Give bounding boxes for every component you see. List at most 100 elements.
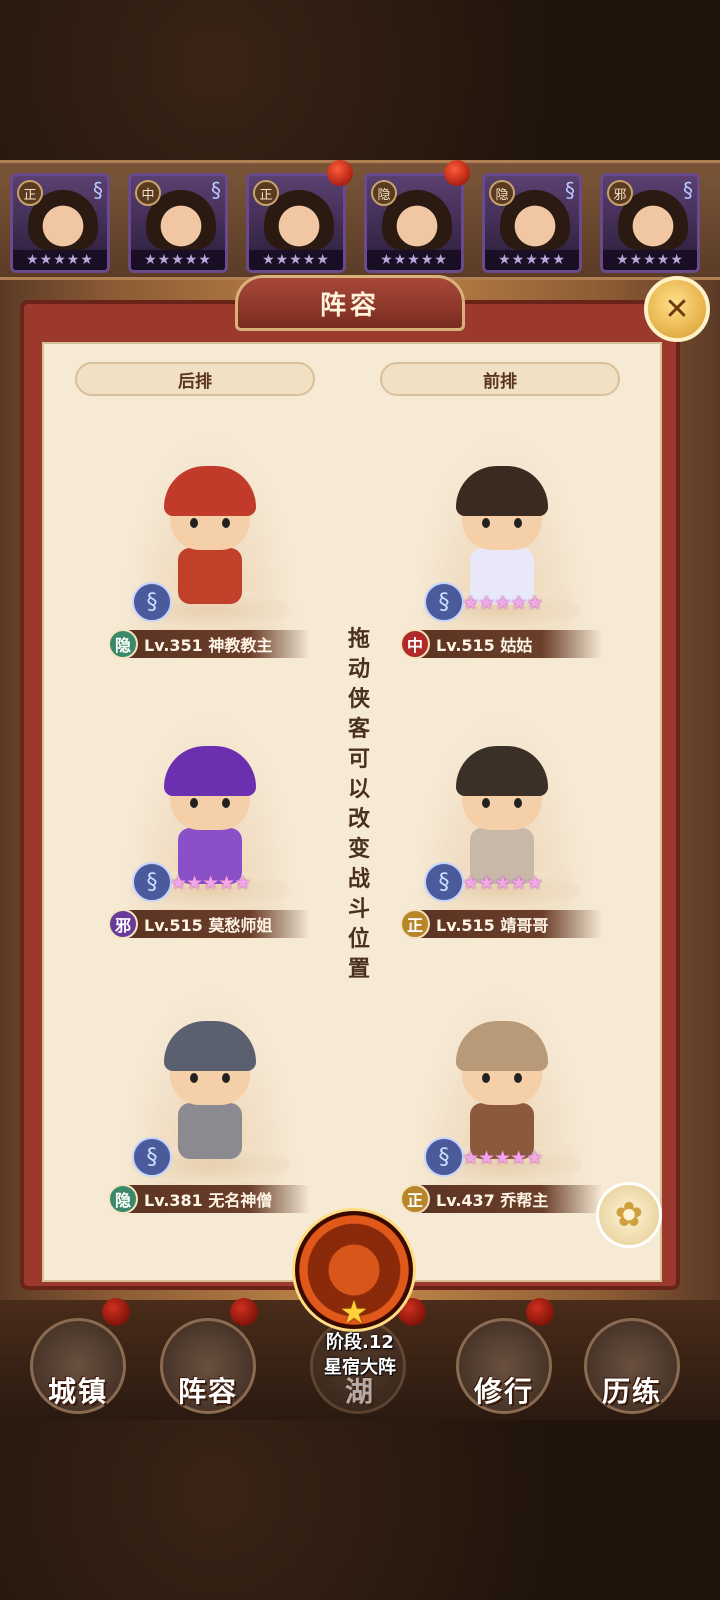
- roster-hero-card[interactable]: 隐 ★★★★★: [364, 173, 464, 273]
- faction-badge: 中: [400, 629, 430, 659]
- hero-eye: [190, 1073, 198, 1083]
- hero-eye: [482, 1073, 490, 1083]
- faction-badge: 正: [17, 180, 43, 206]
- star-rating: ★★★★★: [485, 250, 579, 270]
- star-rating: ★★★★★: [170, 872, 251, 894]
- roster-hero-card[interactable]: 隐 § ★★★★★: [482, 173, 582, 273]
- hero-hair: [456, 746, 548, 796]
- hero-hair: [164, 466, 256, 516]
- hero-sprite[interactable]: [452, 740, 552, 890]
- back-row-header: 后排: [75, 362, 315, 396]
- flower-icon: ✿: [614, 1195, 644, 1235]
- hero-eye: [222, 1073, 230, 1083]
- dragon-icon: §: [132, 862, 172, 902]
- star-rating: ★★★★★: [603, 250, 697, 270]
- roster-hero-card[interactable]: 正 ★★★★★: [246, 173, 346, 273]
- hero-slot-back-2[interactable]: § ★★★★★ 邪 Lv.515 莫愁师姐: [108, 700, 310, 950]
- hero-hair: [164, 746, 256, 796]
- hero-body: [178, 1103, 242, 1159]
- formation-level: 阶段.12: [326, 1332, 394, 1353]
- notification-dot: [230, 1298, 258, 1326]
- hero-label: 正 Lv.515 靖哥哥: [400, 909, 602, 939]
- nav-town-label: 城镇: [47, 1375, 108, 1408]
- hero-eye: [482, 518, 490, 528]
- hero-eye: [514, 518, 522, 528]
- hero-hair: [164, 1021, 256, 1071]
- nav-formation-label: 阵容: [177, 1375, 238, 1408]
- drag-hint-text: 拖 动 侠 客 可 以 改 变 战 斗 位 置: [347, 627, 370, 982]
- nav-experience-label: 历练: [601, 1375, 662, 1408]
- hero-sprite[interactable]: [160, 740, 260, 890]
- bottom-background: [0, 1420, 720, 1600]
- hero-level-name: Lv.515 姑姑: [436, 636, 533, 655]
- faction-badge: 邪: [108, 909, 138, 939]
- hero-eye: [514, 1073, 522, 1083]
- nav-training-label: 修行: [473, 1375, 534, 1408]
- hero-label: 隐 Lv.351 神教教主: [108, 629, 310, 659]
- dragon-icon: §: [424, 582, 464, 622]
- notification-dot: [327, 160, 353, 186]
- faction-badge: 隐: [108, 629, 138, 659]
- hero-level-name: Lv.515 靖哥哥: [436, 916, 549, 935]
- hero-level-name: Lv.351 神教教主: [144, 636, 273, 655]
- faction-badge: 隐: [371, 180, 397, 206]
- faction-badge: 中: [135, 180, 161, 206]
- hero-label: 隐 Lv.381 无名神僧: [108, 1184, 310, 1214]
- hero-sprite[interactable]: [452, 460, 552, 610]
- dragon-icon: §: [683, 178, 693, 202]
- notification-dot: [102, 1298, 130, 1326]
- faction-badge: 正: [400, 1184, 430, 1214]
- hero-slot-back-3[interactable]: § 隐 Lv.381 无名神僧: [108, 975, 310, 1225]
- hero-eye: [190, 518, 198, 528]
- hero-label: 中 Lv.515 姑姑: [400, 629, 602, 659]
- hero-sprite[interactable]: [160, 1015, 260, 1165]
- hero-level-name: Lv.515 莫愁师姐: [144, 916, 273, 935]
- roster-hero-card[interactable]: 邪 § ★★★★★: [600, 173, 700, 273]
- star-rating: ★★★★★: [462, 872, 543, 894]
- hero-eye: [514, 798, 522, 808]
- hero-slot-front-1[interactable]: § ★★★★★ 中 Lv.515 姑姑: [400, 420, 602, 670]
- dragon-icon: §: [93, 178, 103, 202]
- dragon-icon: §: [424, 1137, 464, 1177]
- hero-level-name: Lv.437 乔帮主: [436, 1191, 549, 1210]
- faction-badge: 正: [253, 180, 279, 206]
- hero-slot-front-3[interactable]: § ★★★★★ 正 Lv.437 乔帮主: [400, 975, 602, 1225]
- hero-eye: [190, 798, 198, 808]
- skill-flower-button[interactable]: ✿: [596, 1182, 662, 1248]
- star-icon: ★: [339, 1293, 369, 1331]
- hero-body: [178, 548, 242, 604]
- notification-dot: [526, 1298, 554, 1326]
- hero-roster-strip: 正 § ★★★★★ 中 § ★★★★★ 正 ★★★★★ 隐 ★★★★★ 隐 § …: [0, 160, 720, 280]
- star-rating: ★★★★★: [131, 250, 225, 270]
- front-row-header: 前排: [380, 362, 620, 396]
- star-rating: ★★★★★: [13, 250, 107, 270]
- faction-badge: 邪: [607, 180, 633, 206]
- star-rating: ★★★★★: [367, 250, 461, 270]
- hero-slot-back-1[interactable]: § 隐 Lv.351 神教教主: [108, 420, 310, 670]
- hero-sprite[interactable]: [452, 1015, 552, 1165]
- dragon-icon: §: [424, 862, 464, 902]
- dragon-icon: §: [132, 582, 172, 622]
- hero-label: 正 Lv.437 乔帮主: [400, 1184, 602, 1214]
- hero-level-name: Lv.381 无名神僧: [144, 1191, 273, 1210]
- roster-hero-card[interactable]: 中 § ★★★★★: [128, 173, 228, 273]
- roster-hero-card[interactable]: 正 § ★★★★★: [10, 173, 110, 273]
- hero-eye: [482, 798, 490, 808]
- dragon-icon: §: [565, 178, 575, 202]
- hero-label: 邪 Lv.515 莫愁师姐: [108, 909, 310, 939]
- star-rating: ★★★★★: [249, 250, 343, 270]
- close-icon: ✕: [664, 291, 690, 327]
- notification-dot: [444, 160, 470, 186]
- faction-badge: 隐: [489, 180, 515, 206]
- star-rating: ★★★★★: [462, 592, 543, 614]
- hero-eye: [222, 798, 230, 808]
- formation-name: 星宿大阵: [324, 1357, 396, 1378]
- hero-sprite[interactable]: [160, 460, 260, 610]
- close-button[interactable]: ✕: [644, 276, 710, 342]
- hero-slot-front-2[interactable]: § ★★★★★ 正 Lv.515 靖哥哥: [400, 700, 602, 950]
- dragon-icon: §: [211, 178, 221, 202]
- top-background: [0, 0, 720, 160]
- faction-badge: 正: [400, 909, 430, 939]
- star-rating: ★★★★★: [462, 1147, 543, 1169]
- faction-badge: 隐: [108, 1184, 138, 1214]
